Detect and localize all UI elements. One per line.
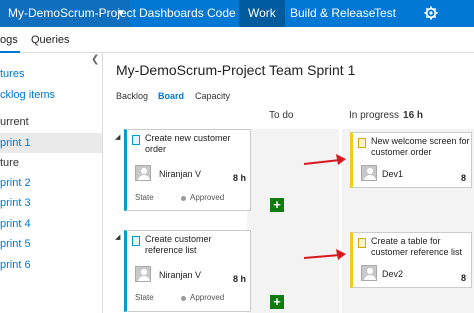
task-title[interactable]: Create a table for customer reference li… [371, 236, 471, 258]
task-icon [358, 138, 366, 148]
avatar-icon [361, 165, 377, 181]
task-title[interactable]: New welcome screen for customer order [371, 136, 471, 158]
pbi-icon [132, 236, 140, 246]
nav-code[interactable]: Code [198, 0, 245, 27]
task-assignee[interactable]: Dev2 [382, 269, 403, 279]
avatar-icon [135, 165, 151, 181]
sidebar-item-backlog-items[interactable]: cklog items [0, 85, 102, 105]
card-hours: 8 h [233, 274, 247, 284]
card-hours: 8 h [233, 173, 247, 183]
task-hours: 8 [461, 173, 467, 183]
sidebar-item-sprint-2[interactable]: print 2 [0, 173, 102, 193]
sidebar-item-sprint-5[interactable]: print 5 [0, 234, 102, 254]
avatar-icon [361, 265, 377, 281]
top-nav-bar: My-DemoScrum-Project ▼ Dashboards Code W… [0, 0, 474, 27]
nav-work[interactable]: Work [239, 0, 285, 27]
sidebar-item-sprint-4[interactable]: print 4 [0, 214, 102, 234]
card-assignee[interactable]: Niranjan V [159, 270, 201, 280]
sidebar-item-sprint-6[interactable]: print 6 [0, 255, 102, 275]
sidebar-item-features[interactable]: tures [0, 64, 102, 84]
column-header-todo: To do [269, 110, 293, 121]
nav-test[interactable]: Test [365, 0, 405, 27]
tab-backlogs[interactable]: ogs [0, 27, 20, 53]
gear-icon[interactable] [424, 6, 438, 20]
card-state-label: State [135, 293, 154, 302]
task-card[interactable]: New welcome screen for customer order De… [350, 132, 472, 188]
sub-nav-bar: ogs Queries [0, 27, 474, 53]
column-header-in-progress: In progress 16 h [349, 110, 423, 121]
expand-icon[interactable]: ◢ [115, 233, 120, 241]
sprint-board: My-DemoScrum-Project Team Sprint 1 Backl… [104, 53, 474, 313]
page-title: My-DemoScrum-Project Team Sprint 1 [116, 62, 356, 78]
state-dot-icon [181, 296, 186, 301]
task-icon [358, 238, 366, 248]
column-name-todo: To do [269, 110, 294, 121]
pbi-icon [132, 135, 140, 145]
card-title[interactable]: Create customer reference list [145, 234, 245, 256]
tab-backlog[interactable]: Backlog [116, 91, 148, 101]
chevron-down-icon: ▼ [116, 8, 126, 19]
sidebar-item-sprint-3[interactable]: print 3 [0, 193, 102, 213]
sidebar-heading-future: ture [0, 157, 19, 169]
pbi-card[interactable]: Create new customer order Niranjan V 8 h… [124, 129, 251, 211]
avatar-icon [135, 266, 151, 282]
tab-capacity[interactable]: Capacity [195, 91, 230, 101]
column-hours-in-progress: 16 h [403, 110, 424, 121]
pbi-card[interactable]: Create customer reference list Niranjan … [124, 230, 251, 312]
card-title[interactable]: Create new customer order [145, 133, 245, 155]
arrow-icon [303, 249, 346, 260]
backlog-sidebar: ❮ tures cklog items urrent print 1 ture … [0, 53, 103, 313]
add-task-button[interactable]: + [270, 198, 284, 212]
card-state[interactable]: Approved [190, 293, 224, 302]
state-dot-icon [181, 196, 186, 201]
task-assignee[interactable]: Dev1 [382, 169, 403, 179]
card-assignee[interactable]: Niranjan V [159, 169, 201, 179]
sidebar-heading-current: urrent [0, 116, 29, 128]
sidebar-item-sprint-1[interactable]: print 1 [0, 133, 102, 153]
tab-board[interactable]: Board [158, 91, 184, 101]
tab-queries[interactable]: Queries [31, 27, 70, 53]
task-card[interactable]: Create a table for customer reference li… [350, 232, 472, 288]
column-name-in-progress: In progress [349, 110, 400, 121]
card-state-label: State [135, 193, 154, 202]
card-state[interactable]: Approved [190, 193, 224, 202]
project-selector[interactable]: My-DemoScrum-Project ▼ [0, 0, 136, 27]
arrow-icon [303, 154, 346, 165]
add-task-button[interactable]: + [270, 295, 284, 309]
task-hours: 8 [461, 273, 467, 283]
app-root: My-DemoScrum-Project ▼ Dashboards Code W… [0, 0, 474, 313]
expand-icon[interactable]: ◢ [115, 133, 120, 141]
